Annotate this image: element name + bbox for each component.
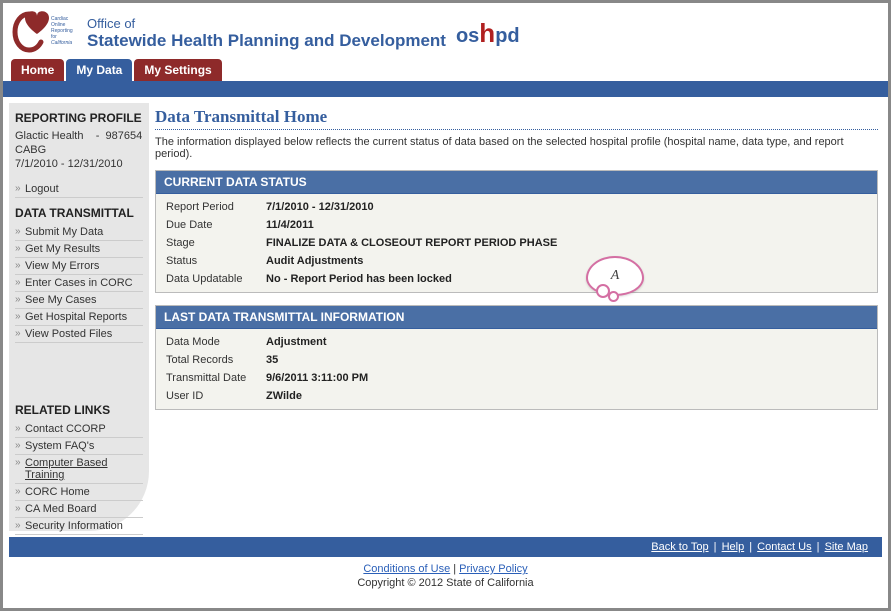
- corc-logo: Cardiac Online Reporting for California: [11, 8, 73, 59]
- profile-period: 7/1/2010 - 12/31/2010: [15, 157, 143, 171]
- sidebar-item-ca-med-board[interactable]: CA Med Board: [15, 501, 143, 518]
- label-report-period: Report Period: [166, 201, 266, 213]
- profile-sep: -: [96, 130, 100, 142]
- footer-bluebar: Back to Top | Help | Contact Us | Site M…: [9, 537, 882, 557]
- sidebar-item-security-information[interactable]: Security Information: [15, 518, 143, 535]
- sidebar-item-get-hospital-reports[interactable]: Get Hospital Reports: [15, 309, 143, 326]
- row-stage: Stage FINALIZE DATA & CLOSEOUT REPORT PE…: [156, 234, 877, 252]
- value-user-id: ZWilde: [266, 390, 302, 402]
- value-status: Audit Adjustments: [266, 255, 363, 267]
- footer-link-back-to-top[interactable]: Back to Top: [651, 541, 708, 553]
- related-links-heading: RELATED LINKS: [15, 403, 143, 417]
- office-title-block: Office of Statewide Health Planning and …: [87, 16, 446, 51]
- tab-home[interactable]: Home: [11, 59, 64, 81]
- label-total-records: Total Records: [166, 354, 266, 366]
- sidebar-item-contact-ccorp[interactable]: Contact CCORP: [15, 421, 143, 438]
- logout-link[interactable]: Logout: [15, 181, 143, 198]
- value-transmittal-date: 9/6/2011 3:11:00 PM: [266, 372, 368, 384]
- label-transmittal-date: Transmittal Date: [166, 372, 266, 384]
- value-data-mode: Adjustment: [266, 336, 327, 348]
- sidebar-item-system-faqs[interactable]: System FAQ's: [15, 438, 143, 455]
- office-prefix: Office of: [87, 16, 446, 31]
- row-status: Status Audit Adjustments: [156, 252, 877, 270]
- page-title: Data Transmittal Home: [155, 107, 878, 130]
- tab-my-settings[interactable]: My Settings: [134, 59, 221, 81]
- current-data-status-header: CURRENT DATA STATUS: [156, 171, 877, 194]
- oshpd-logo: oshpd: [456, 18, 520, 49]
- sidebar-item-submit-my-data[interactable]: Submit My Data: [15, 224, 143, 241]
- data-transmittal-list: Submit My Data Get My Results View My Er…: [15, 224, 143, 343]
- nav-bluebar: [3, 81, 888, 97]
- main-content: Data Transmittal Home The information di…: [155, 103, 882, 531]
- sidebar: REPORTING PROFILE Glactic Health - 98765…: [9, 103, 149, 531]
- app-header: Cardiac Online Reporting for California …: [3, 3, 888, 59]
- footer-link-help[interactable]: Help: [722, 541, 745, 553]
- row-total-records: Total Records 35: [156, 351, 877, 369]
- value-report-period: 7/1/2010 - 12/31/2010: [266, 201, 374, 213]
- nav-tabs: Home My Data My Settings: [3, 59, 888, 81]
- row-user-id: User ID ZWilde: [156, 387, 877, 405]
- row-due-date: Due Date 11/4/2011: [156, 216, 877, 234]
- label-data-updatable: Data Updatable: [166, 273, 266, 285]
- intro-text: The information displayed below reflects…: [155, 136, 878, 160]
- last-data-transmittal-header: LAST DATA TRANSMITTAL INFORMATION: [156, 306, 877, 329]
- row-report-period: Report Period 7/1/2010 - 12/31/2010: [156, 198, 877, 216]
- footer-bottom-links: Conditions of Use | Privacy Policy: [3, 563, 888, 575]
- label-user-id: User ID: [166, 390, 266, 402]
- value-due-date: 11/4/2011: [266, 219, 314, 231]
- label-due-date: Due Date: [166, 219, 266, 231]
- current-data-status-panel: CURRENT DATA STATUS Report Period 7/1/20…: [155, 170, 878, 293]
- data-transmittal-heading: DATA TRANSMITTAL: [15, 206, 143, 220]
- footer-link-contact-us[interactable]: Contact Us: [757, 541, 811, 553]
- sidebar-item-enter-cases[interactable]: Enter Cases in CORC: [15, 275, 143, 292]
- label-status: Status: [166, 255, 266, 267]
- sidebar-item-view-my-errors[interactable]: View My Errors: [15, 258, 143, 275]
- value-stage: FINALIZE DATA & CLOSEOUT REPORT PERIOD P…: [266, 237, 557, 249]
- svg-text:California: California: [51, 40, 72, 46]
- profile-id: 987654: [106, 130, 143, 142]
- row-data-mode: Data Mode Adjustment: [156, 333, 877, 351]
- value-total-records: 35: [266, 354, 278, 366]
- last-data-transmittal-panel: LAST DATA TRANSMITTAL INFORMATION Data M…: [155, 305, 878, 410]
- office-name: Statewide Health Planning and Developmen…: [87, 31, 446, 51]
- row-data-updatable: Data Updatable No - Report Period has be…: [156, 270, 877, 288]
- callout-a: A: [586, 256, 644, 296]
- label-data-mode: Data Mode: [166, 336, 266, 348]
- profile-line-1: Glactic Health - 987654: [15, 129, 143, 143]
- sidebar-item-corc-home[interactable]: CORC Home: [15, 484, 143, 501]
- footer-link-conditions[interactable]: Conditions of Use: [363, 563, 450, 575]
- sidebar-item-get-my-results[interactable]: Get My Results: [15, 241, 143, 258]
- tab-my-data[interactable]: My Data: [66, 59, 132, 81]
- value-data-updatable: No - Report Period has been locked: [266, 273, 452, 285]
- reporting-profile-heading: REPORTING PROFILE: [15, 111, 143, 125]
- profile-type: CABG: [15, 143, 143, 157]
- sidebar-item-see-my-cases[interactable]: See My Cases: [15, 292, 143, 309]
- sidebar-item-computer-based-training[interactable]: Computer Based Training: [15, 455, 143, 484]
- row-transmittal-date: Transmittal Date 9/6/2011 3:11:00 PM: [156, 369, 877, 387]
- label-stage: Stage: [166, 237, 266, 249]
- footer-link-site-map[interactable]: Site Map: [825, 541, 868, 553]
- footer-link-privacy[interactable]: Privacy Policy: [459, 563, 527, 575]
- copyright: Copyright © 2012 State of California: [3, 577, 888, 589]
- sidebar-item-view-posted-files[interactable]: View Posted Files: [15, 326, 143, 343]
- related-links-list: Contact CCORP System FAQ's Computer Base…: [15, 421, 143, 535]
- profile-org: Glactic Health: [15, 130, 83, 142]
